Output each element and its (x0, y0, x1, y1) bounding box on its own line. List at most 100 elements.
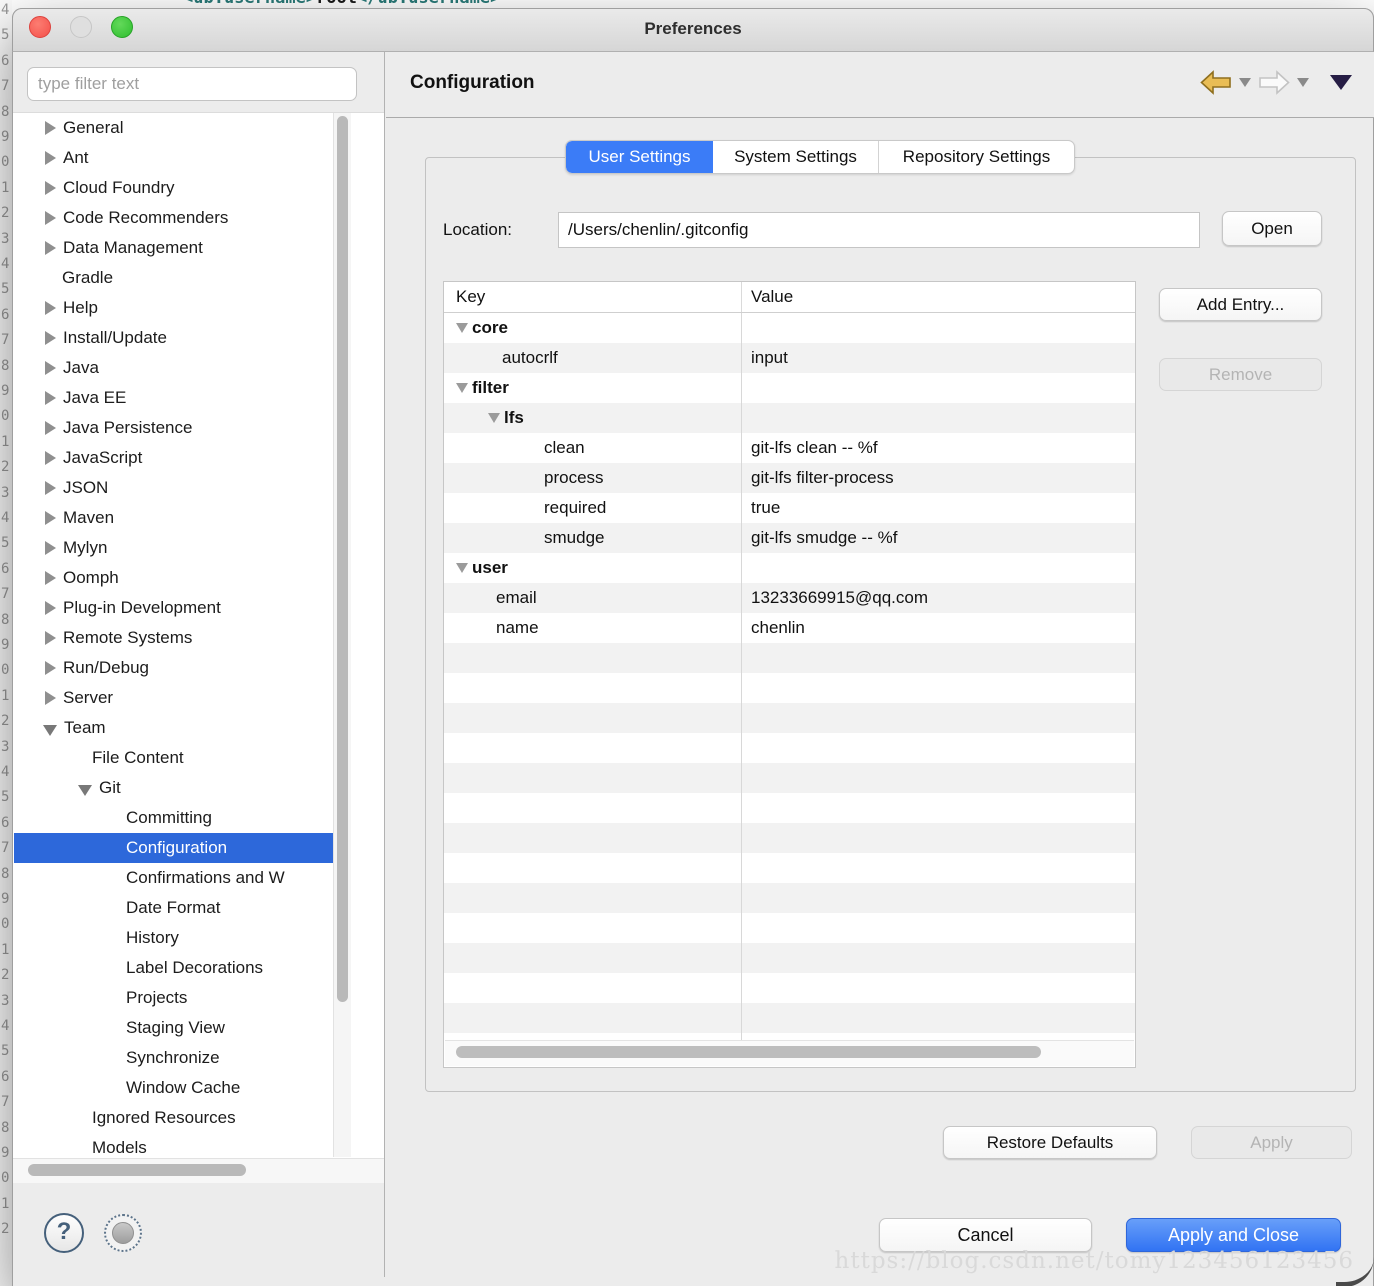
expand-arrow-icon[interactable] (45, 600, 56, 615)
table-row[interactable]: smudge git-lfs smudge -- %f (444, 523, 1135, 553)
sidebar-item-ignored-resources[interactable]: Ignored Resources (14, 1103, 351, 1133)
sidebar-item-mylyn[interactable]: Mylyn (14, 533, 351, 563)
scrollbar-thumb[interactable] (337, 116, 348, 1002)
expand-arrow-icon[interactable] (45, 150, 56, 165)
collapse-arrow-icon[interactable] (456, 383, 468, 393)
sidebar-item-general[interactable]: General (14, 113, 351, 143)
expand-arrow-icon[interactable] (45, 330, 56, 345)
cancel-button[interactable]: Cancel (879, 1218, 1092, 1252)
expand-arrow-icon[interactable] (45, 390, 56, 405)
expand-arrow-icon[interactable] (45, 210, 56, 225)
table-row[interactable]: required true (444, 493, 1135, 523)
tab-system-settings[interactable]: System Settings (713, 141, 879, 173)
sidebar-item-json[interactable]: JSON (14, 473, 351, 503)
help-icon[interactable]: ? (44, 1213, 84, 1253)
location-input[interactable] (558, 212, 1200, 248)
apply-button[interactable]: Apply (1191, 1126, 1352, 1159)
sidebar-item-ant[interactable]: Ant (14, 143, 351, 173)
tab-user-settings[interactable]: User Settings (566, 141, 713, 173)
sidebar-item-help[interactable]: Help (14, 293, 351, 323)
table-row[interactable]: email 13233669915@qq.com (444, 583, 1135, 613)
sidebar-item-install-update[interactable]: Install/Update (14, 323, 351, 353)
sidebar-item-code-recommenders[interactable]: Code Recommenders (14, 203, 351, 233)
forward-arrow-icon[interactable] (1258, 70, 1290, 95)
collapse-arrow-icon[interactable] (456, 563, 468, 573)
table-row[interactable]: clean git-lfs clean -- %f (444, 433, 1135, 463)
sidebar-item-run-debug[interactable]: Run/Debug (14, 653, 351, 683)
forward-history-caret-icon[interactable] (1297, 78, 1309, 87)
expand-arrow-icon[interactable] (45, 240, 56, 255)
restore-defaults-button[interactable]: Restore Defaults (943, 1126, 1157, 1159)
sidebar-vertical-scrollbar[interactable] (333, 113, 351, 1157)
tab-repository-settings[interactable]: Repository Settings (879, 141, 1074, 173)
table-row[interactable]: filter (444, 373, 1135, 403)
sidebar-item-data-management[interactable]: Data Management (14, 233, 351, 263)
sidebar-item-remote-systems[interactable]: Remote Systems (14, 623, 351, 653)
filter-input[interactable] (27, 67, 357, 101)
sidebar-item-maven[interactable]: Maven (14, 503, 351, 533)
table-row[interactable]: user (444, 553, 1135, 583)
sidebar-item-java[interactable]: Java (14, 353, 351, 383)
expand-arrow-icon[interactable] (45, 180, 56, 195)
collapse-arrow-icon[interactable] (78, 785, 92, 797)
expand-arrow-icon[interactable] (45, 480, 56, 495)
remove-button[interactable]: Remove (1159, 358, 1322, 391)
column-header-key[interactable]: Key (444, 282, 741, 312)
add-entry-button[interactable]: Add Entry... (1159, 288, 1322, 321)
sidebar-item-gradle[interactable]: Gradle (14, 263, 351, 293)
sidebar-item-cloud-foundry[interactable]: Cloud Foundry (14, 173, 351, 203)
sidebar-item-label-decorations[interactable]: Label Decorations (14, 953, 351, 983)
expand-arrow-icon[interactable] (45, 450, 56, 465)
apply-and-close-button[interactable]: Apply and Close (1126, 1218, 1341, 1252)
expand-arrow-icon[interactable] (45, 660, 56, 675)
table-row[interactable]: process git-lfs filter-process (444, 463, 1135, 493)
sidebar-item-plug-in-development[interactable]: Plug-in Development (14, 593, 351, 623)
preference-recorder-icon[interactable] (104, 1214, 142, 1252)
sidebar-item-java-persistence[interactable]: Java Persistence (14, 413, 351, 443)
sidebar-item-server[interactable]: Server (14, 683, 351, 713)
table-value (741, 553, 1135, 583)
sidebar-item-date-format[interactable]: Date Format (14, 893, 351, 923)
scrollbar-thumb[interactable] (28, 1164, 246, 1176)
table-row[interactable]: autocrlf input (444, 343, 1135, 373)
scrollbar-thumb[interactable] (456, 1046, 1041, 1058)
collapse-arrow-icon[interactable] (456, 323, 468, 333)
sidebar-item-git[interactable]: Git (14, 773, 351, 803)
expand-arrow-icon[interactable] (45, 420, 56, 435)
sidebar-item-projects[interactable]: Projects (14, 983, 351, 1013)
expand-arrow-icon[interactable] (45, 570, 56, 585)
sidebar-item-window-cache[interactable]: Window Cache (14, 1073, 351, 1103)
sidebar-item-staging-view[interactable]: Staging View (14, 1013, 351, 1043)
back-arrow-icon[interactable] (1200, 70, 1232, 95)
table-row[interactable]: lfs (444, 403, 1135, 433)
table-row[interactable]: core (444, 313, 1135, 343)
column-header-value[interactable]: Value (741, 282, 1135, 312)
expand-arrow-icon[interactable] (45, 690, 56, 705)
collapse-arrow-icon[interactable] (43, 725, 57, 737)
expand-arrow-icon[interactable] (45, 510, 56, 525)
table-key: name (496, 618, 539, 637)
sidebar-item-java-ee[interactable]: Java EE (14, 383, 351, 413)
table-row[interactable]: name chenlin (444, 613, 1135, 643)
expand-arrow-icon[interactable] (45, 630, 56, 645)
open-button[interactable]: Open (1222, 211, 1322, 246)
expand-arrow-icon[interactable] (45, 540, 56, 555)
sidebar-item-committing[interactable]: Committing (14, 803, 351, 833)
sidebar-item-file-content[interactable]: File Content (14, 743, 351, 773)
expand-arrow-icon[interactable] (45, 360, 56, 375)
sidebar-item-confirmations-and-w[interactable]: Confirmations and W (14, 863, 351, 893)
sidebar-item-team[interactable]: Team (14, 713, 351, 743)
back-history-caret-icon[interactable] (1239, 78, 1251, 87)
sidebar-horizontal-scrollbar[interactable] (13, 1158, 384, 1183)
sidebar-item-configuration[interactable]: Configuration (14, 833, 351, 863)
expand-arrow-icon[interactable] (45, 120, 56, 135)
sidebar-item-javascript[interactable]: JavaScript (14, 443, 351, 473)
expand-arrow-icon[interactable] (45, 300, 56, 315)
collapse-arrow-icon[interactable] (488, 413, 500, 423)
view-menu-icon[interactable] (1330, 75, 1352, 90)
sidebar-item-history[interactable]: History (14, 923, 351, 953)
sidebar-item-models[interactable]: Models (14, 1133, 351, 1158)
table-horizontal-scrollbar[interactable] (445, 1040, 1134, 1066)
sidebar-item-oomph[interactable]: Oomph (14, 563, 351, 593)
sidebar-item-synchronize[interactable]: Synchronize (14, 1043, 351, 1073)
